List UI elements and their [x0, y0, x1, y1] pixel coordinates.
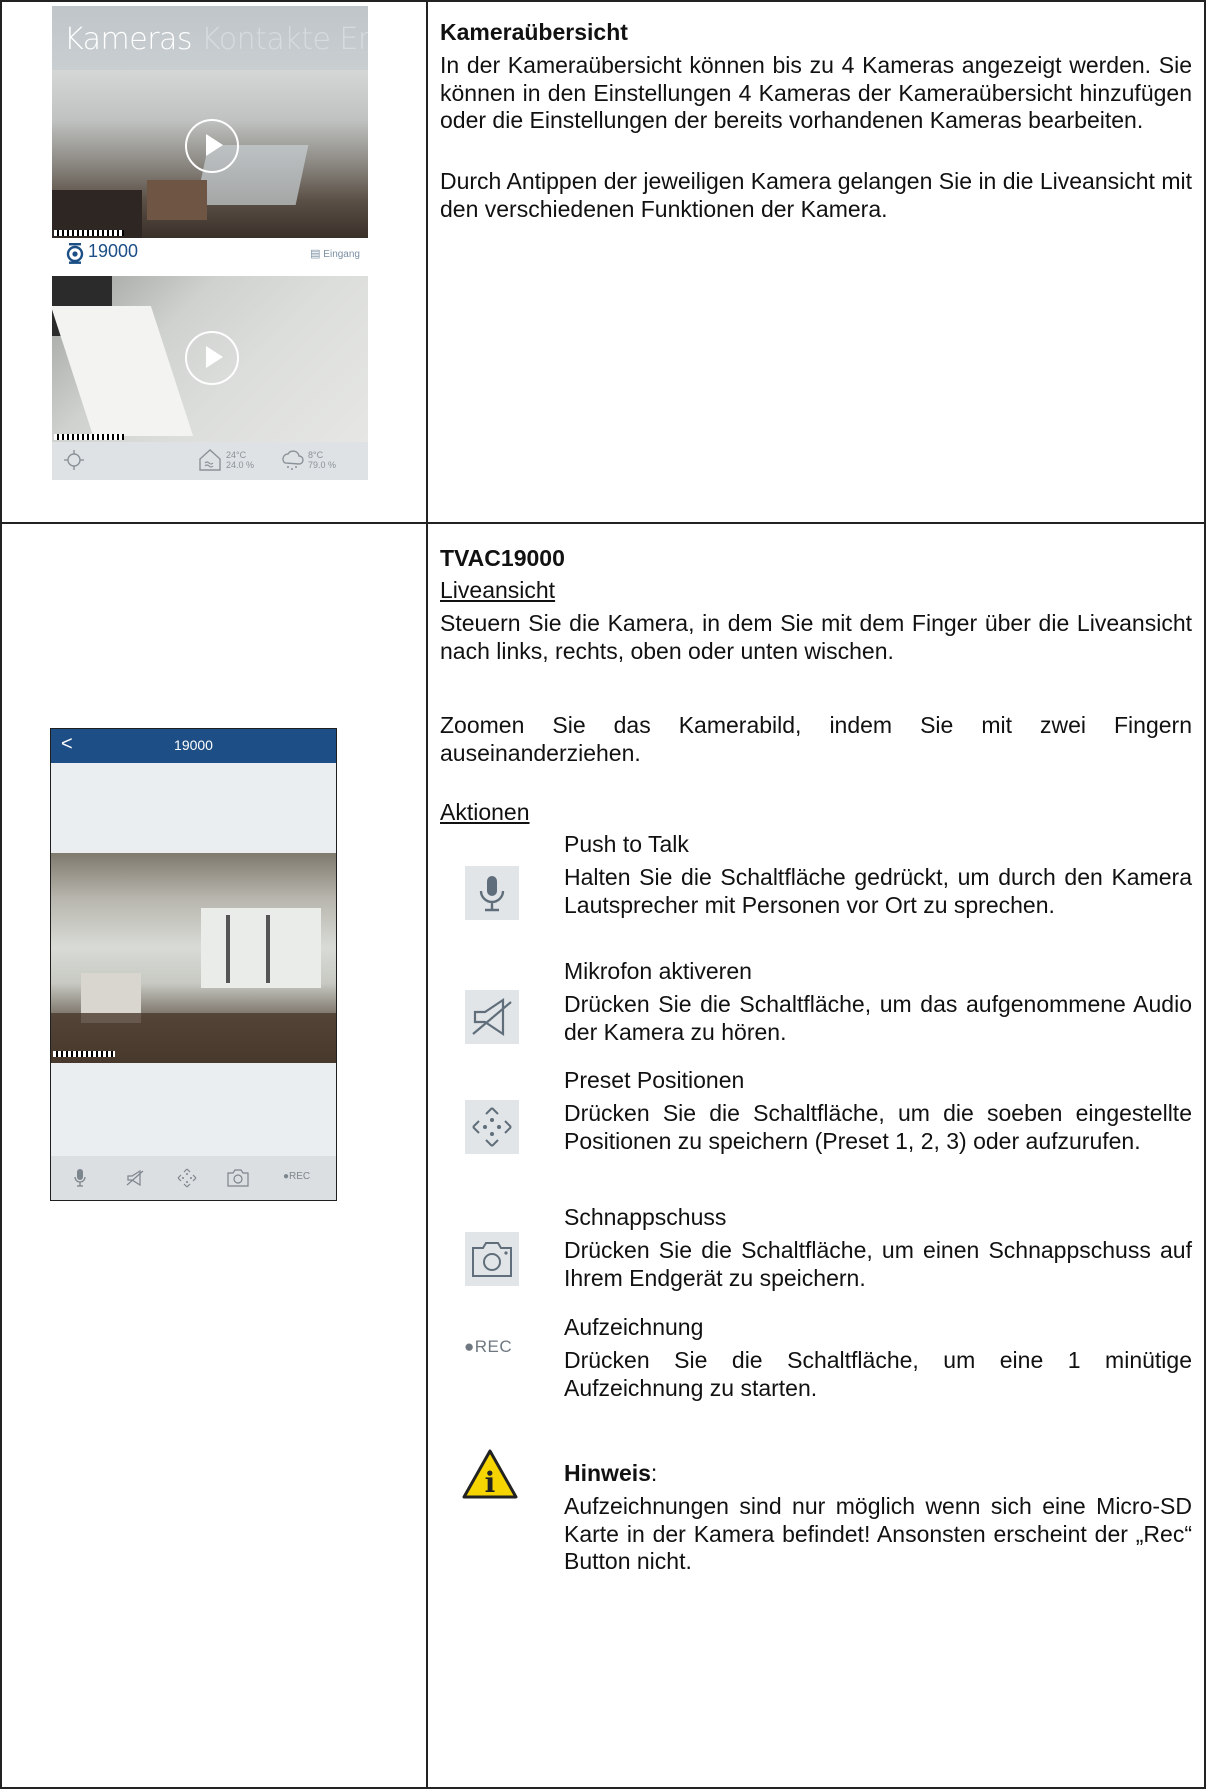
- outdoor-humidity: 79.0 %: [308, 460, 337, 470]
- subsection-title: Aktionen: [440, 799, 530, 825]
- action-description: Drücken Sie die Schaltfläche, um einen S…: [564, 1237, 1192, 1291]
- gear-icon[interactable]: [64, 450, 84, 470]
- header-title: 19000: [174, 737, 213, 753]
- svg-text:i: i: [485, 1466, 496, 1499]
- action-description: Drücken Sie die Schaltfläche, um die soe…: [564, 1100, 1192, 1154]
- action-description: Drücken Sie die Schaltfläche, um das auf…: [564, 991, 1192, 1045]
- tab-kameras[interactable]: Kameras: [64, 22, 193, 57]
- door-icon: ▤: [310, 248, 321, 260]
- play-button[interactable]: [185, 119, 239, 173]
- action-title: Push to Talk: [564, 831, 689, 857]
- camera-thumbnail[interactable]: [52, 70, 368, 238]
- speaker-muted-icon: [465, 990, 519, 1044]
- move-arrows-icon[interactable]: [177, 1168, 197, 1188]
- microphone-icon: [465, 866, 519, 920]
- play-button[interactable]: [185, 331, 239, 385]
- action-title: Preset Positionen: [564, 1067, 745, 1093]
- paragraph: Durch Antippen der jeweiligen Kamera gel…: [440, 168, 1192, 222]
- action-description: Halten Sie die Schaltfläche gedrückt, um…: [564, 864, 1192, 918]
- camera-snapshot-icon: [465, 1232, 519, 1286]
- camera-icon: [66, 243, 84, 264]
- outdoor-temperature: 8°C: [308, 450, 324, 460]
- tab-kontakte-ereignisse[interactable]: Kontakte Ereig: [201, 22, 368, 57]
- note-text: Aufzeichnungen sind nur möglich wenn sic…: [564, 1493, 1192, 1574]
- section-heading: TVAC19000: [440, 545, 565, 571]
- section-heading: Kameraübersicht: [440, 19, 628, 45]
- paragraph: Zoomen Sie das Kamerabild, indem Sie mit…: [440, 712, 1192, 766]
- paragraph: Steuern Sie die Kamera, in dem Sie mit d…: [440, 610, 1192, 664]
- rec-button[interactable]: ●REC: [283, 1171, 310, 1182]
- camera-snapshot-icon[interactable]: [227, 1169, 249, 1187]
- warning-info-icon: i: [462, 1449, 518, 1499]
- app-header: < 19000: [51, 729, 336, 763]
- document-table: Kameras Kontakte Ereig 19000 ▤ Eingang: [0, 0, 1206, 1789]
- camera-name: 19000: [88, 241, 139, 261]
- camera-overview-screenshot: Kameras Kontakte Ereig 19000 ▤ Eingang: [52, 6, 368, 480]
- action-title: Aufzeichnung: [564, 1314, 704, 1340]
- camera-thumbnail[interactable]: [52, 276, 368, 442]
- home-climate-icon: [199, 449, 221, 471]
- move-arrows-icon: [465, 1100, 519, 1154]
- live-view-area[interactable]: [51, 763, 336, 1156]
- live-video[interactable]: [51, 853, 336, 1063]
- speaker-muted-icon[interactable]: [126, 1170, 144, 1186]
- camera-info-bar: 19000 ▤ Eingang: [52, 238, 368, 270]
- rec-icon: ●REC: [464, 1337, 513, 1356]
- microphone-icon[interactable]: [74, 1169, 86, 1187]
- location-label: ▤ Eingang: [310, 248, 360, 260]
- indoor-temperature: 24°C: [226, 450, 247, 460]
- bottom-status-bar: 24°C 24.0 % 8°C 79.0 %: [52, 442, 368, 480]
- action-description: Drücken Sie die Schaltfläche, um eine 1 …: [564, 1347, 1192, 1401]
- indoor-humidity: 24.0 %: [226, 460, 255, 470]
- weather-cloud-icon: [282, 450, 304, 470]
- action-title: Schnappschuss: [564, 1204, 727, 1230]
- paragraph: In der Kameraübersicht können bis zu 4 K…: [440, 52, 1192, 133]
- subsection-title: Liveansicht: [440, 577, 556, 603]
- action-title: Mikrofon aktiveren: [564, 958, 752, 984]
- live-view-screenshot: < 19000 ●REC: [50, 728, 337, 1201]
- action-toolbar: ●REC: [51, 1156, 336, 1200]
- tab-bar: Kameras Kontakte Ereig: [52, 6, 368, 70]
- note-title: Hinweis:: [564, 1460, 658, 1486]
